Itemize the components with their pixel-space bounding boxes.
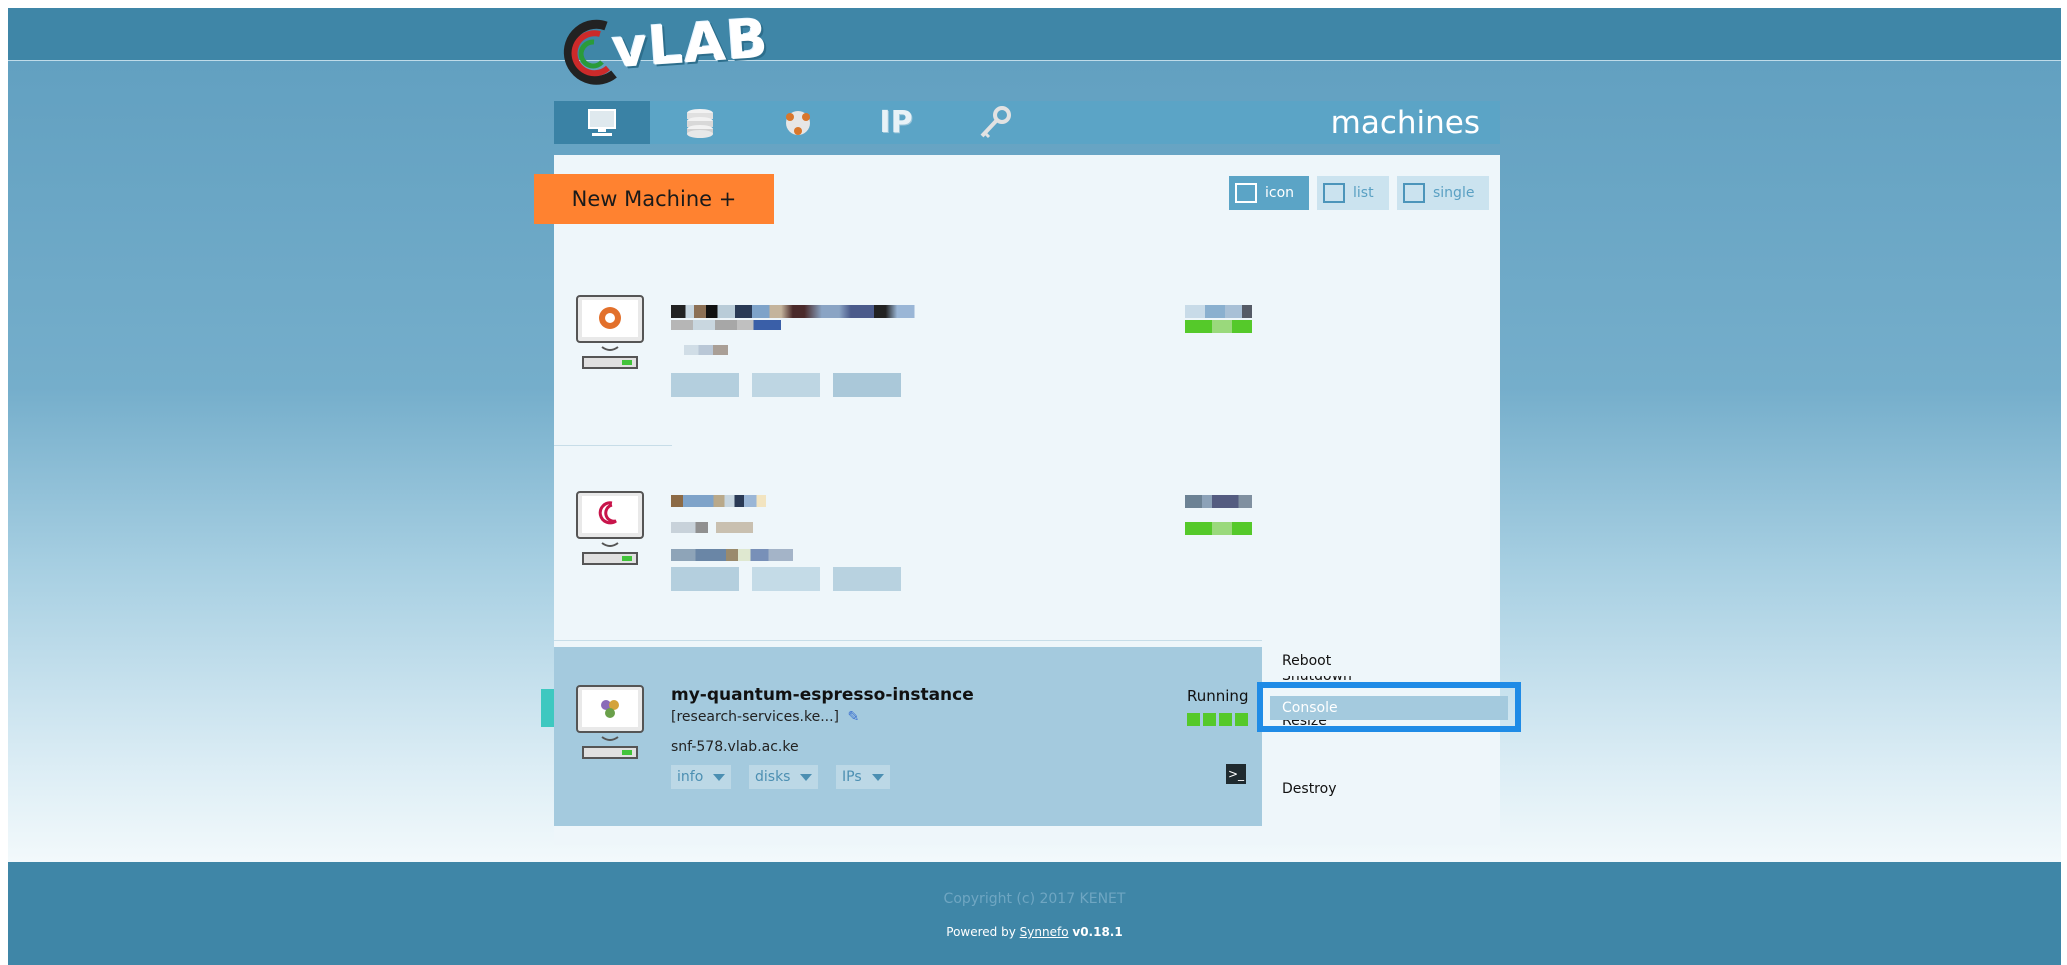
monitor-icon [588,108,616,136]
machine-monitor-icon [576,295,644,369]
chevron-down-icon [800,773,813,781]
list-view-icon [1323,183,1345,203]
redacted-pill-1 [671,373,739,397]
redacted-name [671,305,961,318]
separator [554,445,672,446]
machine-flavor-text: [research-services.ke...] [671,709,840,725]
status-bar [1187,713,1248,726]
main-nav: IP machines [554,101,1500,144]
status-bar [1185,522,1252,535]
key-icon [980,105,1011,138]
vlab-logo[interactable]: vLAB [556,6,816,90]
view-icon-button[interactable]: icon [1229,176,1309,210]
copyright-text: Copyright (c) 2017 KENET [943,891,1126,907]
tab-networks[interactable] [750,101,846,144]
machine-card-1[interactable] [554,295,1504,415]
network-icon [786,110,810,135]
tab-machines[interactable] [554,101,650,144]
machine-status: Running [1187,687,1249,705]
redacted-status [1185,305,1252,318]
redacted-pill-2 [752,567,820,591]
edit-pencil-icon[interactable]: ✎ [847,709,859,725]
top-bar [8,8,2061,61]
page-title: machines [1330,105,1480,141]
logo-text: vLAB [609,6,771,81]
disks-toggle[interactable]: disks [749,765,819,789]
view-list-button[interactable]: list [1317,176,1389,210]
machine-card-2[interactable] [554,491,1504,601]
disks-label: disks [755,769,791,785]
version-text: v0.18.1 [1072,925,1123,939]
redacted-flavor [671,320,781,330]
chevron-down-icon [713,773,726,781]
status-bar [1185,320,1252,333]
redacted-host [671,549,793,561]
powered-by: Powered by Synnefo v0.18.1 [8,925,2061,939]
redacted-host [684,345,728,355]
new-machine-button[interactable]: New Machine + [534,174,774,224]
tab-disks[interactable] [652,101,748,144]
separator [554,640,1262,641]
info-toggle[interactable]: info [671,765,732,789]
machine-card-3[interactable]: my-quantum-espresso-instance [research-s… [554,647,1262,826]
machine-flavor: [research-services.ke...] ✎ [671,709,859,725]
redacted-pill-2 [752,373,820,397]
redacted-name [671,495,793,507]
machine-name: my-quantum-espresso-instance [671,685,974,705]
redacted-status [1185,495,1252,508]
destroy-action[interactable]: Destroy [1282,781,1336,797]
chevron-down-icon [871,773,884,781]
redacted-pill-3 [833,567,901,591]
tab-keys[interactable] [946,101,1042,144]
view-list-label: list [1353,185,1374,201]
footer: Copyright (c) 2017 KENET Powered by Synn… [8,862,2061,965]
ips-label: IPs [842,769,862,785]
reboot-action[interactable]: Reboot [1282,653,1331,669]
info-label: info [677,769,704,785]
ips-toggle[interactable]: IPs [836,765,890,789]
resize-action[interactable]: Resize [1282,719,1327,729]
view-single-button[interactable]: single [1397,176,1489,210]
redacted-flavor [671,522,753,533]
console-action[interactable]: Console [1270,696,1508,720]
database-icon [687,108,713,138]
machine-actions-menu: Reboot Shutdown Resize Destroy [1266,647,1504,827]
redacted-pill-1 [671,567,739,591]
shutdown-action[interactable]: Shutdown [1282,676,1352,686]
powered-prefix: Powered by [946,925,1016,939]
ip-icon: IP [879,105,913,140]
view-icon-label: icon [1265,185,1295,201]
single-view-icon [1403,183,1425,203]
redacted-pill-3 [833,373,901,397]
synnefo-link[interactable]: Synnefo [1020,925,1069,939]
icon-view-icon [1235,183,1257,203]
machine-monitor-icon [576,685,644,759]
tab-ips[interactable]: IP [848,101,944,144]
terminal-icon[interactable]: >_ [1226,764,1246,784]
machine-monitor-icon [576,491,644,565]
machine-hostname: snf-578.vlab.ac.ke [671,739,799,755]
view-single-label: single [1433,185,1475,201]
